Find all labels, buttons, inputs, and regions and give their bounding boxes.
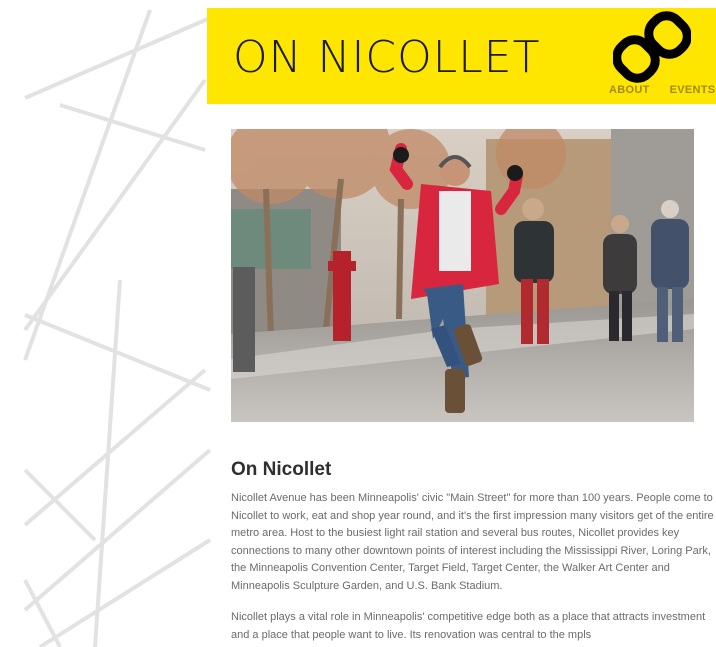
- site-logo[interactable]: ON NICOLLET: [233, 36, 540, 80]
- main-nav: ABOUT EVENTS: [609, 80, 716, 98]
- article-title: On Nicollet: [231, 459, 332, 480]
- nav-events[interactable]: EVENTS: [670, 84, 716, 96]
- nav-about[interactable]: ABOUT: [609, 84, 650, 96]
- article-paragraph-2: Nicollet plays a vital role in Minneapol…: [231, 611, 706, 641]
- article-paragraph-1: Nicollet Avenue has been Minneapolis' ci…: [231, 492, 714, 592]
- site-header: ON NICOLLET ABOUT EVENTS: [207, 8, 716, 104]
- link-icon[interactable]: [613, 10, 691, 84]
- hero-image: [231, 129, 694, 422]
